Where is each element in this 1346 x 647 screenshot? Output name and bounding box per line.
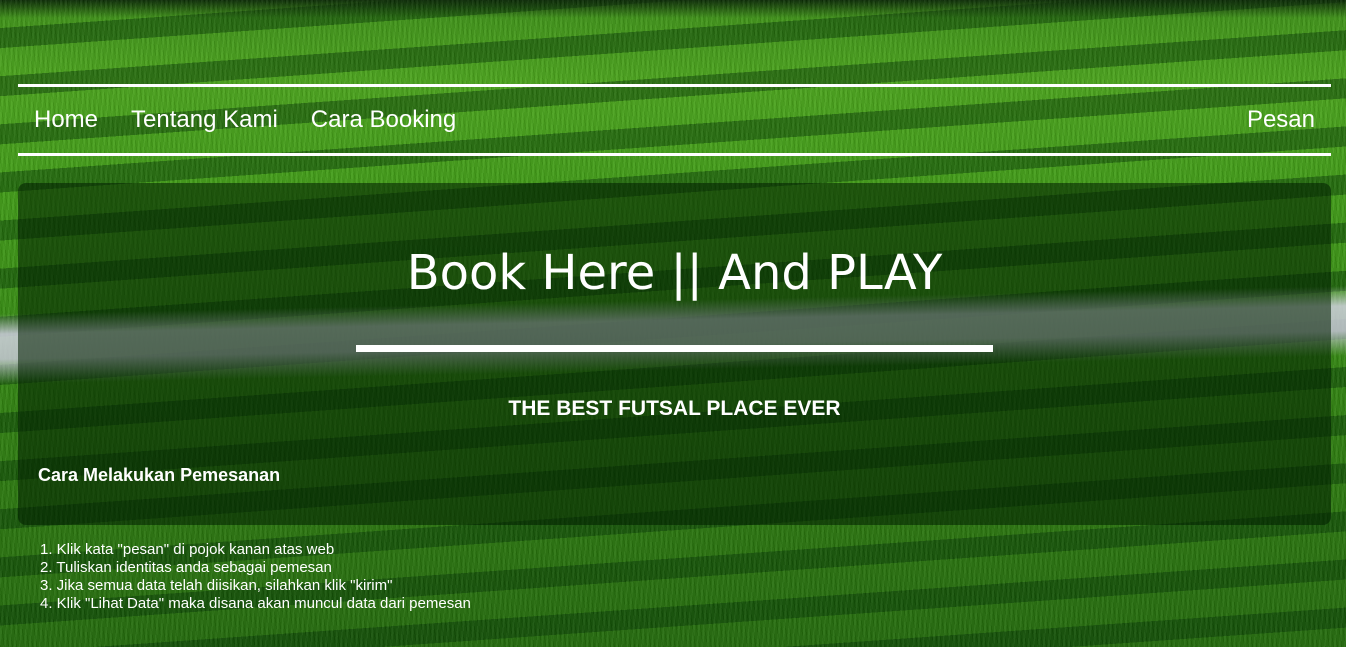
list-item: 2. Tuliskan identitas anda sebagai pemes… <box>40 559 332 576</box>
list-item: 3. Jika semua data telah diisikan, silah… <box>40 577 393 594</box>
nav-right-group: Pesan <box>1231 106 1331 134</box>
booking-steps-list: 1. Klik kata "pesan" di pojok kanan atas… <box>40 541 471 613</box>
nav-link-tentang-kami[interactable]: Tentang Kami <box>131 106 278 134</box>
steps-heading: Cara Melakukan Pemesanan <box>38 465 281 485</box>
hero-divider <box>356 345 993 352</box>
nav-link-pesan[interactable]: Pesan <box>1247 106 1315 133</box>
nav-left-group: Home Tentang Kami Cara Booking <box>18 106 473 134</box>
hero-subtitle: THE BEST FUTSAL PLACE EVER <box>508 397 841 420</box>
nav-link-cara-booking[interactable]: Cara Booking <box>311 106 456 134</box>
hero-panel: Book Here || And PLAY THE BEST FUTSAL PL… <box>18 183 1331 525</box>
nav-link-home[interactable]: Home <box>34 106 98 134</box>
list-item: 4. Klik "Lihat Data" maka disana akan mu… <box>40 595 471 612</box>
hero-title: Book Here || And PLAY <box>406 245 943 301</box>
list-item: 1. Klik kata "pesan" di pojok kanan atas… <box>40 541 335 558</box>
top-navbar: Home Tentang Kami Cara Booking Pesan <box>18 84 1331 156</box>
